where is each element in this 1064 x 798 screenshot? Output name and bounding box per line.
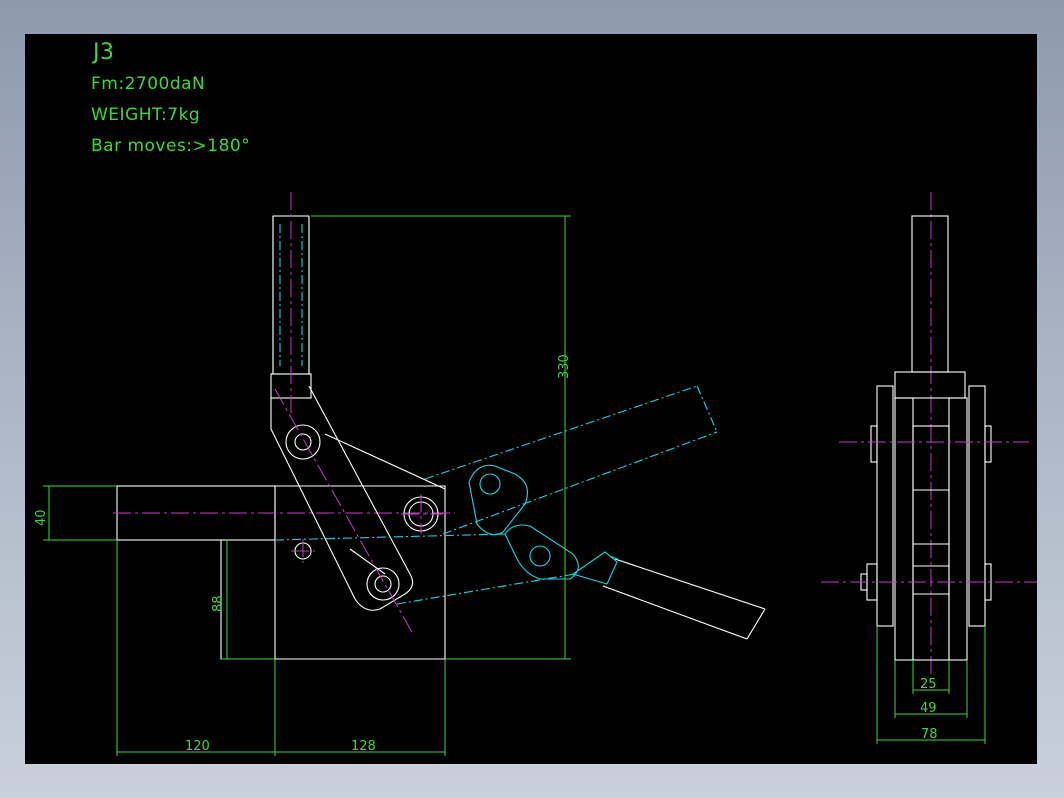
drawing-canvas: J3 Fm:2700daN WEIGHT:7kg Bar moves:>180° [25,34,1037,764]
handle-lever [270,385,414,635]
dim-49: 49 [920,701,937,716]
clamp-drawing-svg: 330 40 88 120 128 25 49 78 [34,192,1037,756]
side-view [821,192,1037,674]
dim-128: 128 [351,739,376,754]
dim-120: 120 [185,739,210,754]
dim-88: 88 [211,595,226,612]
handle-grip [270,192,312,414]
dim-25: 25 [920,677,937,692]
dim-40: 40 [34,509,49,526]
dim-78: 78 [921,727,938,742]
base-body [220,485,446,660]
dim-330: 330 [557,354,572,379]
